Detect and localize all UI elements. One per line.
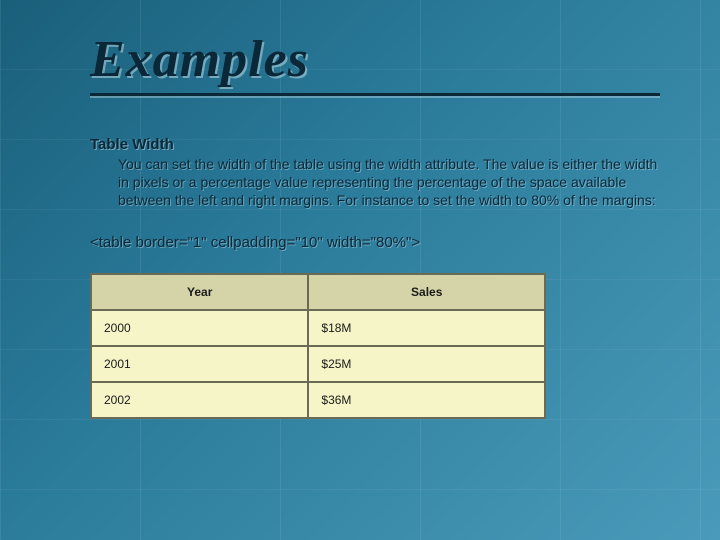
- code-example: <table border="1" cellpadding="10" width…: [90, 234, 660, 251]
- slide-title: Examples: [90, 30, 660, 89]
- table-row: 2001 $25M: [91, 346, 545, 382]
- cell-year: 2000: [91, 310, 308, 346]
- section-heading: Table Width: [90, 136, 660, 153]
- table-row: 2002 $36M: [91, 382, 545, 418]
- table-header-sales: Sales: [308, 274, 545, 310]
- table-header-row: Year Sales: [91, 274, 545, 310]
- cell-sales: $25M: [308, 346, 545, 382]
- title-underline: [90, 93, 660, 96]
- cell-year: 2001: [91, 346, 308, 382]
- cell-sales: $36M: [308, 382, 545, 418]
- table-header-year: Year: [91, 274, 308, 310]
- cell-year: 2002: [91, 382, 308, 418]
- example-table: Year Sales 2000 $18M 2001 $25M 2002 $36M: [90, 273, 546, 419]
- body-text: You can set the width of the table using…: [90, 155, 660, 210]
- example-table-wrap: Year Sales 2000 $18M 2001 $25M 2002 $36M: [90, 273, 660, 419]
- table-row: 2000 $18M: [91, 310, 545, 346]
- cell-sales: $18M: [308, 310, 545, 346]
- slide: Examples Table Width You can set the wid…: [0, 0, 720, 540]
- body-text-content: You can set the width of the table using…: [118, 156, 657, 208]
